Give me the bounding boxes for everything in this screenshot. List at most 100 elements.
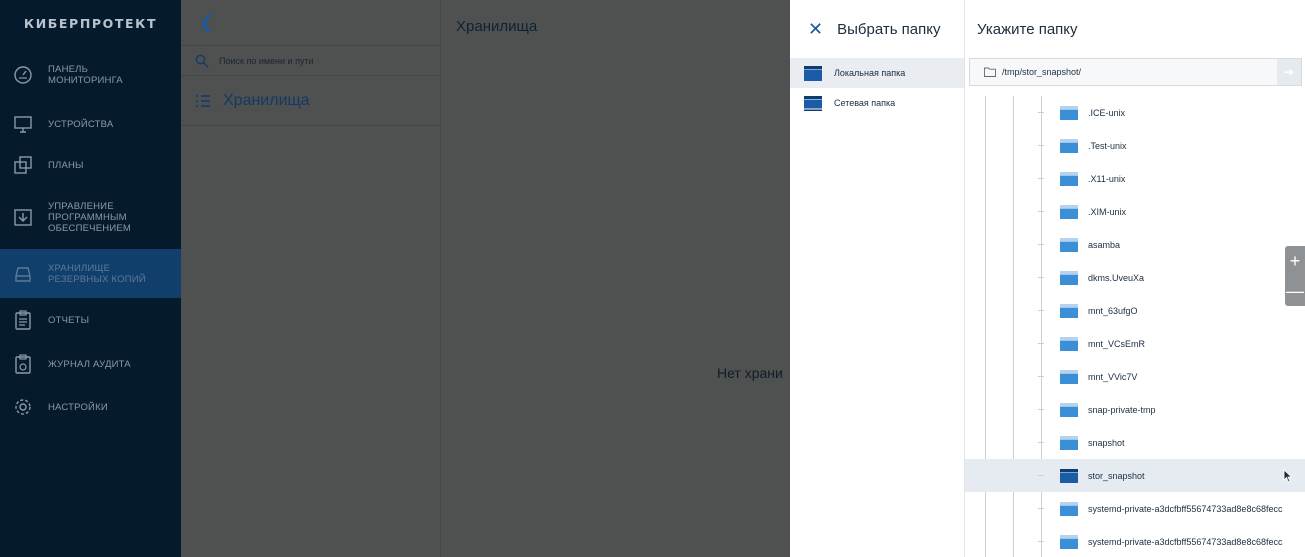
tree-row[interactable]: dkms.UveuXa <box>965 261 1305 294</box>
folder-name: snap-private-tmp <box>1088 404 1156 415</box>
folder-name: dkms.UveuXa <box>1088 272 1145 283</box>
sidebar-item-label: ХРАНИЛИЩЕ РЕЗЕРВНЫХ КОПИЙ <box>48 262 146 285</box>
folder-icon <box>1060 369 1078 384</box>
tree-row[interactable]: .X11-unix <box>965 162 1305 195</box>
folder-browser: Укажите папку ➜ .ICE-unix .Test-unix .X1… <box>965 0 1305 557</box>
tree-row-selected[interactable]: stor_snapshot <box>965 459 1305 492</box>
tree-row[interactable]: .Test-unix <box>965 129 1305 162</box>
folder-icon <box>1060 270 1078 285</box>
tree-connector <box>1038 178 1044 179</box>
storage-list-panel: ❮ Хранилища <box>181 0 441 557</box>
tree-row[interactable]: mnt_VCsEmR <box>965 327 1305 360</box>
source-label: Локальная папка <box>834 68 906 78</box>
tree-connector <box>1038 310 1044 311</box>
tree-row[interactable]: snap-private-tmp <box>965 393 1305 426</box>
tree-row[interactable]: mnt_63ufgO <box>965 294 1305 327</box>
tree-connector <box>1038 442 1044 443</box>
folder-icon <box>1060 138 1078 153</box>
path-input[interactable] <box>1002 67 1262 77</box>
tree-row[interactable]: systemd-private-a3dcfbff55674733ad8e8c68… <box>965 492 1305 525</box>
tree-connector <box>1038 211 1044 212</box>
folder-name: snapshot <box>1088 437 1125 448</box>
sidebar-item-settings[interactable]: НАСТРОЙКИ <box>0 386 181 428</box>
folder-icon <box>1060 336 1078 351</box>
sidebar-item-dashboard[interactable]: ПАНЕЛЬ МОНИТОРИНГА <box>0 46 181 103</box>
sidebar-item-label: ЖУРНАЛ АУДИТА <box>48 358 131 370</box>
source-local-folder[interactable]: Локальная папка <box>790 58 964 88</box>
tree-connector <box>1038 475 1044 476</box>
close-icon[interactable]: ✕ <box>808 20 823 38</box>
folder-name: mnt_VCsEmR <box>1088 338 1146 349</box>
software-icon <box>14 209 32 226</box>
sidebar-item-label: УПРАВЛЕНИЕ ПРОГРАММНЫМ ОБЕСПЕЧЕНИЕМ <box>48 200 131 234</box>
tree-connector <box>1038 145 1044 146</box>
choose-folder-title: Выбрать папку <box>837 20 941 38</box>
list-icon <box>196 94 210 107</box>
source-network-folder[interactable]: Сетевая папка <box>790 88 964 118</box>
folder-name: .X11-unix <box>1088 173 1126 184</box>
back-arrow-icon[interactable]: ❮ <box>199 12 214 33</box>
folder-tree: .ICE-unix .Test-unix .X11-unix .XIM-unix… <box>965 96 1305 557</box>
dashboard-icon <box>14 65 32 84</box>
network-folder-icon <box>804 95 822 111</box>
tree-connector <box>1038 376 1044 377</box>
tree-connector <box>1038 244 1044 245</box>
list-item-storages[interactable]: Хранилища <box>181 76 440 126</box>
sidebar-item-reports[interactable]: ОТЧЕТЫ <box>0 298 181 342</box>
search-input[interactable] <box>219 55 419 66</box>
sidebar-item-label: ПЛАНЫ <box>48 159 84 171</box>
zoom-in-button[interactable]: + <box>1285 246 1305 276</box>
folder-icon <box>1060 534 1078 549</box>
tree-row[interactable]: .XIM-unix <box>965 195 1305 228</box>
folder-icon <box>1060 501 1078 516</box>
tree-connector <box>1038 541 1044 542</box>
folder-icon <box>1060 204 1078 219</box>
sidebar-item-label: ОТЧЕТЫ <box>48 314 90 326</box>
tree-row[interactable]: mnt_VVic7V <box>965 360 1305 393</box>
folder-icon <box>1060 435 1078 450</box>
plans-icon <box>14 156 32 174</box>
folder-name: mnt_VVic7V <box>1088 371 1138 382</box>
sidebar-item-plans[interactable]: ПЛАНЫ <box>0 145 181 185</box>
search-icon <box>195 54 209 67</box>
folder-icon <box>804 65 822 81</box>
folder-name: .Test-unix <box>1088 140 1127 151</box>
folder-name: systemd-private-a3dcfbff55674733ad8e8c68… <box>1088 536 1283 547</box>
search-bar <box>181 46 440 76</box>
folder-name: .ICE-unix <box>1088 107 1126 118</box>
sidebar-item-backup-storage[interactable]: ХРАНИЛИЩЕ РЕЗЕРВНЫХ КОПИЙ <box>0 249 181 298</box>
sidebar-item-software[interactable]: УПРАВЛЕНИЕ ПРОГРАММНЫМ ОБЕСПЕЧЕНИЕМ <box>0 185 181 249</box>
arrow-right-icon: ➜ <box>1283 65 1295 79</box>
folder-name: systemd-private-a3dcfbff55674733ad8e8c68… <box>1088 503 1283 514</box>
folder-icon <box>1060 171 1078 186</box>
audit-icon <box>15 354 31 374</box>
sidebar-item-devices[interactable]: УСТРОЙСТВА <box>0 103 181 145</box>
go-arrow-button[interactable]: ➜ <box>1277 59 1301 85</box>
path-bar: ➜ <box>969 58 1302 86</box>
choose-folder-header: ✕ Выбрать папку <box>790 0 964 58</box>
sidebar-item-audit-log[interactable]: ЖУРНАЛ АУДИТА <box>0 342 181 386</box>
tree-row[interactable]: asamba <box>965 228 1305 261</box>
content-area: Хранилища Нет храни <box>441 0 790 557</box>
minus-icon: — <box>1286 280 1304 301</box>
page-title: Хранилища <box>456 18 538 35</box>
folder-icon <box>1060 468 1078 483</box>
folder-name: stor_snapshot <box>1088 470 1145 481</box>
folder-name: asamba <box>1088 239 1121 250</box>
sidebar-item-label: УСТРОЙСТВА <box>48 118 114 130</box>
folder-name: mnt_63ufgO <box>1088 305 1138 316</box>
folder-icon <box>1060 237 1078 252</box>
zoom-out-button[interactable]: — <box>1285 276 1305 306</box>
folder-outline-icon <box>984 67 996 77</box>
tree-connector <box>1038 409 1044 410</box>
tree-connector <box>1038 112 1044 113</box>
choose-folder-panel: ✕ Выбрать папку Локальная папка Сетевая … <box>790 0 965 557</box>
tree-connector <box>1038 508 1044 509</box>
tree-row[interactable]: systemd-private-a3dcfbff55674733ad8e8c68… <box>965 525 1305 557</box>
sidebar-item-label: ПАНЕЛЬ МОНИТОРИНГА <box>48 63 123 86</box>
panel-header: ❮ <box>181 0 440 46</box>
empty-state-text: Нет храни <box>717 365 783 381</box>
tree-row[interactable]: snapshot <box>965 426 1305 459</box>
reports-icon <box>15 310 31 330</box>
tree-row[interactable]: .ICE-unix <box>965 96 1305 129</box>
